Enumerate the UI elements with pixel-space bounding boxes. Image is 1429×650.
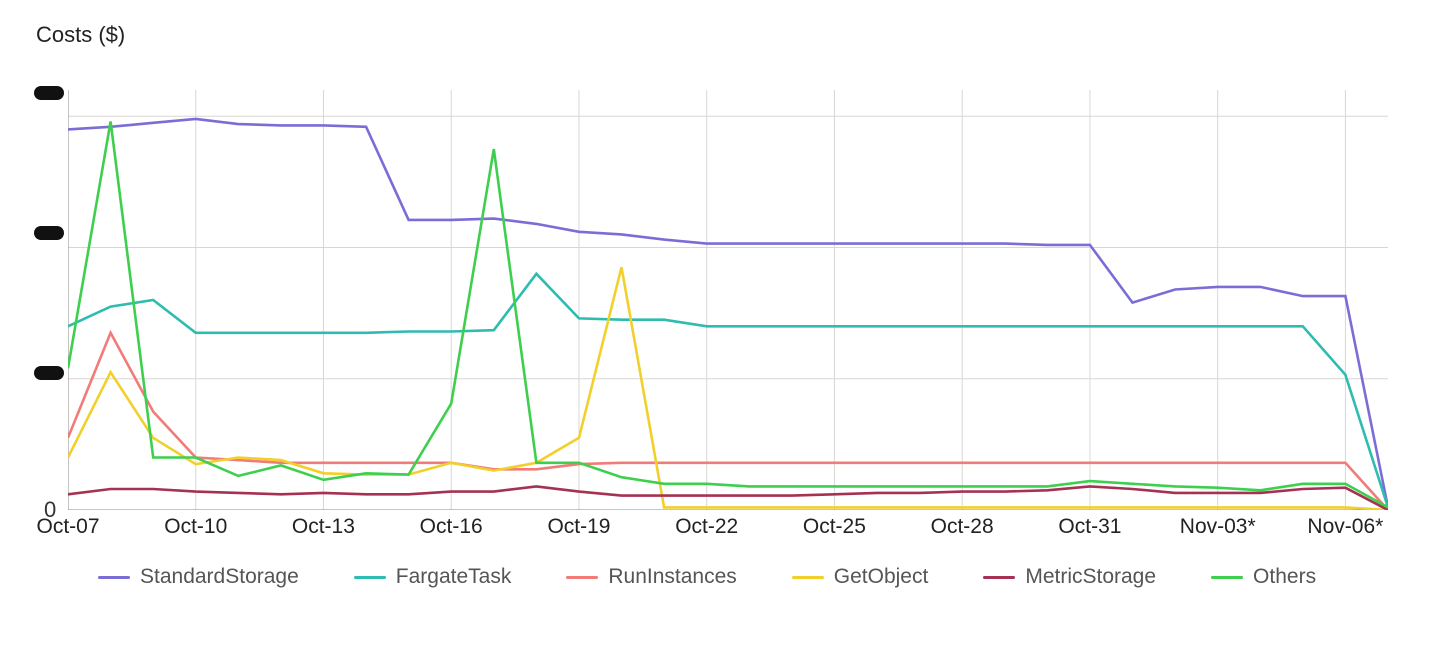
plot-svg [68,90,1388,510]
redacted-y-tick [34,366,64,380]
cost-line-chart: Costs ($) 0 Oct-07 Oct-10 Oct-13 Oct-16 … [0,0,1429,650]
series-line-getobject[interactable] [68,267,1388,510]
legend-label: Others [1253,565,1316,589]
line-swatch-icon [566,576,598,579]
x-tick: Oct-13 [292,515,355,539]
legend-label: RunInstances [608,565,736,589]
x-tick: Oct-10 [164,515,227,539]
line-swatch-icon [792,576,824,579]
x-tick: Oct-19 [547,515,610,539]
x-tick-labels: Oct-07 Oct-10 Oct-13 Oct-16 Oct-19 Oct-2… [68,515,1388,545]
line-swatch-icon [354,576,386,579]
series-line-runinstances[interactable] [68,333,1388,510]
line-swatch-icon [983,576,1015,579]
x-tick: Oct-16 [420,515,483,539]
x-tick: Oct-31 [1058,515,1121,539]
x-tick: Oct-28 [931,515,994,539]
redacted-y-tick [34,86,64,100]
legend-item-getobject[interactable]: GetObject [792,565,929,589]
x-tick: Oct-22 [675,515,738,539]
legend-label: MetricStorage [1025,565,1156,589]
series-line-others[interactable] [68,122,1388,508]
series-line-standardstorage[interactable] [68,119,1388,508]
legend-label: GetObject [834,565,929,589]
line-swatch-icon [1211,576,1243,579]
legend-item-runinstances[interactable]: RunInstances [566,565,736,589]
series-line-fargatetask[interactable] [68,274,1388,508]
legend-item-fargatetask[interactable]: FargateTask [354,565,512,589]
x-tick: Oct-07 [36,515,99,539]
x-tick: Nov-06* [1307,515,1383,539]
legend-item-standardstorage[interactable]: StandardStorage [98,565,299,589]
legend-item-metricstorage[interactable]: MetricStorage [983,565,1156,589]
grid [68,90,1388,510]
x-tick: Nov-03* [1180,515,1256,539]
y-axis-title: Costs ($) [36,22,125,48]
x-tick: Oct-25 [803,515,866,539]
line-swatch-icon [98,576,130,579]
plot-area [68,90,1388,510]
redacted-y-tick [34,226,64,240]
series-group [68,119,1388,510]
legend-item-others[interactable]: Others [1211,565,1316,589]
legend: StandardStorage FargateTask RunInstances… [98,565,1378,589]
legend-label: FargateTask [396,565,512,589]
legend-label: StandardStorage [140,565,299,589]
